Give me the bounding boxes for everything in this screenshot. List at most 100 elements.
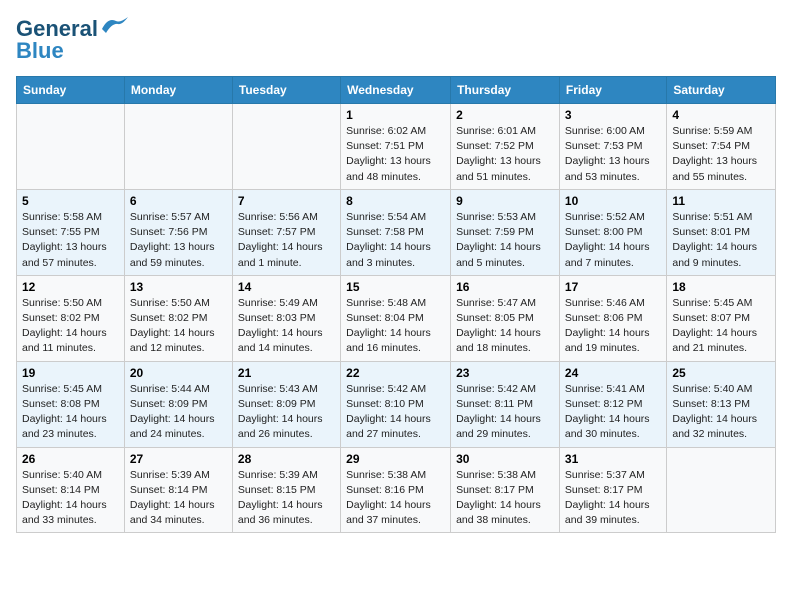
week-row-1: 1 Sunrise: 6:02 AMSunset: 7:51 PMDaylight… — [17, 104, 776, 190]
day-info: Sunrise: 5:54 AMSunset: 7:58 PMDaylight:… — [346, 210, 445, 271]
calendar-cell: 21 Sunrise: 5:43 AMSunset: 8:09 PMDayligh… — [232, 361, 340, 447]
calendar-cell: 29 Sunrise: 5:38 AMSunset: 8:16 PMDayligh… — [341, 447, 451, 533]
day-number: 7 — [238, 194, 335, 208]
day-number: 31 — [565, 452, 661, 466]
calendar-header: SundayMondayTuesdayWednesdayThursdayFrid… — [17, 77, 776, 104]
day-number: 9 — [456, 194, 554, 208]
day-number: 28 — [238, 452, 335, 466]
day-info: Sunrise: 5:39 AMSunset: 8:15 PMDaylight:… — [238, 468, 335, 529]
calendar-cell: 15 Sunrise: 5:48 AMSunset: 8:04 PMDayligh… — [341, 275, 451, 361]
calendar-cell: 20Sunrise: 5:44 AMSunset: 8:09 PMDayligh… — [124, 361, 232, 447]
day-number: 14 — [238, 280, 335, 294]
calendar-cell: 24 Sunrise: 5:41 AMSunset: 8:12 PMDayligh… — [559, 361, 666, 447]
day-info: Sunrise: 5:43 AMSunset: 8:09 PMDaylight:… — [238, 382, 335, 443]
day-number: 16 — [456, 280, 554, 294]
day-info: Sunrise: 5:44 AMSunset: 8:09 PMDaylight:… — [130, 382, 227, 443]
day-number: 13 — [130, 280, 227, 294]
day-number: 17 — [565, 280, 661, 294]
day-number: 22 — [346, 366, 445, 380]
day-info: Sunrise: 5:42 AMSunset: 8:11 PMDaylight:… — [456, 382, 554, 443]
header-tuesday: Tuesday — [232, 77, 340, 104]
calendar-cell: 18Sunrise: 5:45 AMSunset: 8:07 PMDayligh… — [667, 275, 776, 361]
calendar-cell: 25 Sunrise: 5:40 AMSunset: 8:13 PMDayligh… — [667, 361, 776, 447]
day-info: Sunrise: 5:58 AMSunset: 7:55 PMDaylight:… — [22, 210, 119, 271]
calendar-table: SundayMondayTuesdayWednesdayThursdayFrid… — [16, 76, 776, 533]
calendar-cell: 1 Sunrise: 6:02 AMSunset: 7:51 PMDaylight… — [341, 104, 451, 190]
calendar-cell: 11 Sunrise: 5:51 AMSunset: 8:01 PMDayligh… — [667, 189, 776, 275]
week-row-4: 19 Sunrise: 5:45 AMSunset: 8:08 PMDayligh… — [17, 361, 776, 447]
day-number: 1 — [346, 108, 445, 122]
day-info: Sunrise: 5:50 AMSunset: 8:02 PMDaylight:… — [130, 296, 227, 357]
calendar-cell: 9Sunrise: 5:53 AMSunset: 7:59 PMDaylight… — [451, 189, 560, 275]
day-info: Sunrise: 5:39 AMSunset: 8:14 PMDaylight:… — [130, 468, 227, 529]
header-thursday: Thursday — [451, 77, 560, 104]
day-number: 12 — [22, 280, 119, 294]
day-info: Sunrise: 5:59 AMSunset: 7:54 PMDaylight:… — [672, 124, 770, 185]
calendar-cell: 4 Sunrise: 5:59 AMSunset: 7:54 PMDaylight… — [667, 104, 776, 190]
day-info: Sunrise: 5:46 AMSunset: 8:06 PMDaylight:… — [565, 296, 661, 357]
day-number: 18 — [672, 280, 770, 294]
day-info: Sunrise: 5:40 AMSunset: 8:14 PMDaylight:… — [22, 468, 119, 529]
day-info: Sunrise: 5:48 AMSunset: 8:04 PMDaylight:… — [346, 296, 445, 357]
day-number: 3 — [565, 108, 661, 122]
day-info: Sunrise: 5:47 AMSunset: 8:05 PMDaylight:… — [456, 296, 554, 357]
day-info: Sunrise: 5:51 AMSunset: 8:01 PMDaylight:… — [672, 210, 770, 271]
calendar-cell — [17, 104, 125, 190]
calendar-cell: 13 Sunrise: 5:50 AMSunset: 8:02 PMDayligh… — [124, 275, 232, 361]
day-info: Sunrise: 5:45 AMSunset: 8:08 PMDaylight:… — [22, 382, 119, 443]
day-info: Sunrise: 6:01 AMSunset: 7:52 PMDaylight:… — [456, 124, 554, 185]
header-sunday: Sunday — [17, 77, 125, 104]
day-info: Sunrise: 5:50 AMSunset: 8:02 PMDaylight:… — [22, 296, 119, 357]
calendar-cell: 3Sunrise: 6:00 AMSunset: 7:53 PMDaylight… — [559, 104, 666, 190]
day-number: 19 — [22, 366, 119, 380]
day-number: 2 — [456, 108, 554, 122]
week-row-3: 12 Sunrise: 5:50 AMSunset: 8:02 PMDayligh… — [17, 275, 776, 361]
day-number: 10 — [565, 194, 661, 208]
day-number: 26 — [22, 452, 119, 466]
day-info: Sunrise: 5:38 AMSunset: 8:17 PMDaylight:… — [456, 468, 554, 529]
day-number: 8 — [346, 194, 445, 208]
week-row-2: 5 Sunrise: 5:58 AMSunset: 7:55 PMDaylight… — [17, 189, 776, 275]
logo-blue: Blue — [16, 38, 64, 64]
day-number: 5 — [22, 194, 119, 208]
logo: General Blue — [16, 16, 128, 64]
day-number: 21 — [238, 366, 335, 380]
day-info: Sunrise: 5:42 AMSunset: 8:10 PMDaylight:… — [346, 382, 445, 443]
calendar-cell: 19 Sunrise: 5:45 AMSunset: 8:08 PMDayligh… — [17, 361, 125, 447]
day-info: Sunrise: 6:02 AMSunset: 7:51 PMDaylight:… — [346, 124, 445, 185]
calendar-cell: 7 Sunrise: 5:56 AMSunset: 7:57 PMDaylight… — [232, 189, 340, 275]
calendar-cell: 22 Sunrise: 5:42 AMSunset: 8:10 PMDayligh… — [341, 361, 451, 447]
calendar-cell: 28 Sunrise: 5:39 AMSunset: 8:15 PMDayligh… — [232, 447, 340, 533]
day-number: 23 — [456, 366, 554, 380]
day-number: 6 — [130, 194, 227, 208]
day-info: Sunrise: 5:52 AMSunset: 8:00 PMDaylight:… — [565, 210, 661, 271]
day-number: 27 — [130, 452, 227, 466]
day-number: 15 — [346, 280, 445, 294]
calendar-cell — [667, 447, 776, 533]
day-info: Sunrise: 5:38 AMSunset: 8:16 PMDaylight:… — [346, 468, 445, 529]
day-info: Sunrise: 5:40 AMSunset: 8:13 PMDaylight:… — [672, 382, 770, 443]
calendar-cell: 2 Sunrise: 6:01 AMSunset: 7:52 PMDaylight… — [451, 104, 560, 190]
day-number: 24 — [565, 366, 661, 380]
logo-bird-icon — [100, 15, 128, 37]
header-monday: Monday — [124, 77, 232, 104]
calendar-cell: 14 Sunrise: 5:49 AMSunset: 8:03 PMDayligh… — [232, 275, 340, 361]
day-info: Sunrise: 5:37 AMSunset: 8:17 PMDaylight:… — [565, 468, 661, 529]
calendar-cell: 12 Sunrise: 5:50 AMSunset: 8:02 PMDayligh… — [17, 275, 125, 361]
day-number: 4 — [672, 108, 770, 122]
calendar-cell: 27 Sunrise: 5:39 AMSunset: 8:14 PMDayligh… — [124, 447, 232, 533]
day-info: Sunrise: 5:49 AMSunset: 8:03 PMDaylight:… — [238, 296, 335, 357]
day-number: 11 — [672, 194, 770, 208]
week-row-5: 26 Sunrise: 5:40 AMSunset: 8:14 PMDayligh… — [17, 447, 776, 533]
calendar-cell: 26 Sunrise: 5:40 AMSunset: 8:14 PMDayligh… — [17, 447, 125, 533]
day-info: Sunrise: 5:41 AMSunset: 8:12 PMDaylight:… — [565, 382, 661, 443]
day-number: 25 — [672, 366, 770, 380]
calendar-cell: 16 Sunrise: 5:47 AMSunset: 8:05 PMDayligh… — [451, 275, 560, 361]
header-wednesday: Wednesday — [341, 77, 451, 104]
day-number: 29 — [346, 452, 445, 466]
day-info: Sunrise: 5:56 AMSunset: 7:57 PMDaylight:… — [238, 210, 335, 271]
calendar-cell: 17 Sunrise: 5:46 AMSunset: 8:06 PMDayligh… — [559, 275, 666, 361]
calendar-cell: 30Sunrise: 5:38 AMSunset: 8:17 PMDayligh… — [451, 447, 560, 533]
day-info: Sunrise: 5:57 AMSunset: 7:56 PMDaylight:… — [130, 210, 227, 271]
page-header: General Blue — [16, 16, 776, 64]
